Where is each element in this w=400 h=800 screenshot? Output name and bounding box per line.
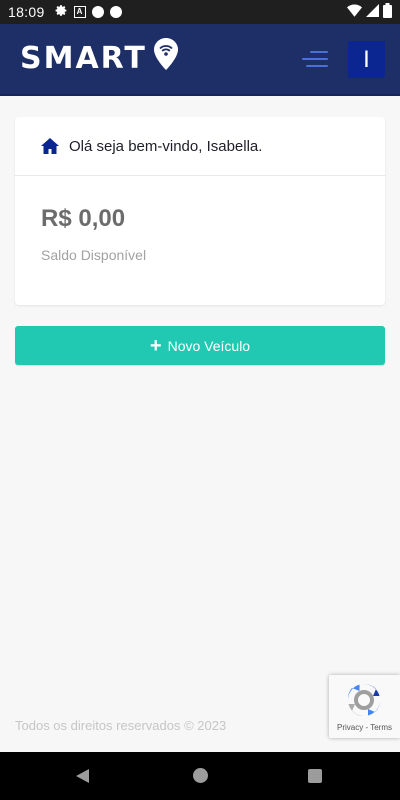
welcome-header: Olá seja bem-vindo, Isabella. bbox=[15, 117, 385, 176]
plus-icon: + bbox=[149, 334, 162, 357]
recaptcha-separator: - bbox=[365, 723, 369, 732]
status-time: 18:09 bbox=[8, 4, 45, 20]
footer-copyright: Todos os direitos reservados © 2023 bbox=[15, 718, 227, 733]
home-nav-icon[interactable] bbox=[193, 768, 208, 783]
balance-amount: R$ 0,00 bbox=[41, 205, 126, 232]
welcome-message: Olá seja bem-vindo, Isabella. bbox=[69, 137, 263, 155]
privacy-link[interactable]: Privacy bbox=[337, 723, 363, 732]
wifi-icon bbox=[347, 4, 362, 20]
back-icon[interactable] bbox=[76, 769, 89, 783]
location-pin-icon bbox=[153, 37, 179, 76]
battery-icon bbox=[383, 3, 392, 21]
recaptcha-icon bbox=[345, 681, 383, 724]
status-notifications: A bbox=[55, 4, 122, 20]
new-vehicle-button[interactable]: + Novo Veículo bbox=[15, 326, 385, 365]
status-system-icons bbox=[347, 0, 392, 24]
recaptcha-links: Privacy - Terms bbox=[329, 723, 400, 732]
signal-icon bbox=[366, 4, 379, 20]
notification-dot-icon bbox=[109, 6, 122, 18]
terms-link[interactable]: Terms bbox=[370, 723, 392, 732]
recaptcha-badge[interactable]: Privacy - Terms bbox=[329, 675, 400, 738]
new-vehicle-label: Novo Veículo bbox=[167, 337, 251, 354]
brand-name: SMART bbox=[20, 41, 147, 76]
welcome-card: Olá seja bem-vindo, Isabella. R$ 0,00 Sa… bbox=[15, 117, 385, 305]
menu-icon[interactable] bbox=[298, 47, 328, 73]
a-icon: A bbox=[73, 6, 86, 18]
avatar[interactable]: I bbox=[348, 41, 385, 78]
recents-icon[interactable] bbox=[308, 769, 322, 783]
balance-label: Saldo Disponível bbox=[41, 247, 147, 263]
navigation-bar bbox=[0, 752, 400, 800]
brand-logo: SMART bbox=[20, 38, 179, 76]
app-header: SMART I bbox=[0, 24, 400, 96]
settings-icon bbox=[55, 4, 68, 20]
home-icon bbox=[40, 137, 60, 155]
notification-dot-icon bbox=[91, 6, 104, 18]
status-bar: 18:09 A bbox=[0, 0, 400, 24]
